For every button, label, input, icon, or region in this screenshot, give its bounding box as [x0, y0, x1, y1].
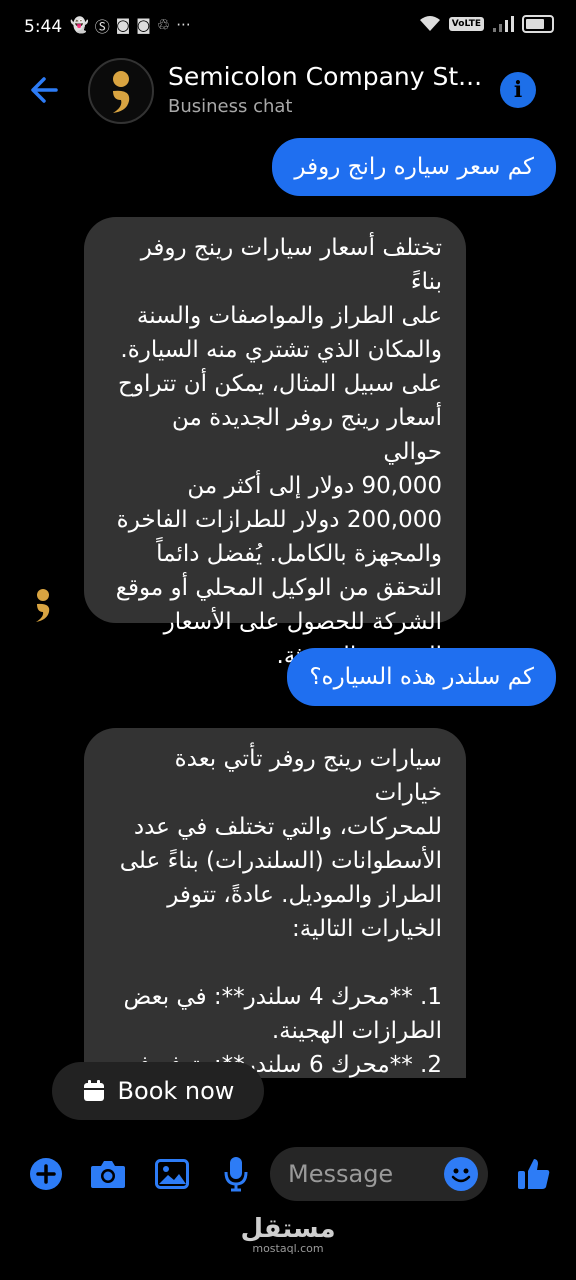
semicolon-logo-icon — [113, 71, 130, 113]
add-icon[interactable] — [26, 1154, 66, 1194]
status-right-icons: VoLTE — [419, 15, 554, 33]
camera-icon[interactable] — [88, 1154, 128, 1194]
battery-icon — [522, 15, 554, 33]
watermark-latin: mostaql.com — [252, 1242, 324, 1255]
message-placeholder: Message — [288, 1160, 394, 1188]
recycle-icon: ♲ — [156, 16, 171, 34]
bot-message[interactable]: تختلف أسعار سيارات رينج روفر بناءً على ا… — [84, 217, 466, 669]
thumbs-up-icon[interactable] — [514, 1154, 554, 1194]
notification-icons: 👻 Ⓢ ◙ ◙ ♲ ··· — [70, 16, 191, 37]
shazam-icon: Ⓢ — [94, 18, 110, 36]
calendar-icon — [83, 1080, 104, 1101]
status-time: 5:44 — [24, 17, 63, 37]
volte-badge: VoLTE — [448, 17, 484, 31]
chat-subtitle: Business chat — [168, 96, 293, 117]
business-avatar[interactable] — [88, 58, 154, 124]
watermark-arabic: مستقل — [240, 1214, 336, 1244]
emoji-icon[interactable] — [444, 1157, 478, 1191]
bot-avatar-icon — [36, 589, 50, 622]
gallery-icon[interactable] — [152, 1154, 192, 1194]
status-bar: 5:44 👻 Ⓢ ◙ ◙ ♲ ··· VoLTE — [0, 0, 576, 56]
instagram-icon: ◙ — [136, 16, 151, 34]
book-now-label: Book now — [117, 1077, 235, 1105]
microphone-icon[interactable] — [216, 1154, 256, 1194]
wifi-icon — [419, 16, 440, 31]
watermark: مستقل mostaql.com — [0, 1216, 576, 1255]
book-now-button[interactable]: Book now — [52, 1062, 264, 1120]
instagram-icon: ◙ — [115, 16, 131, 34]
bot-message[interactable]: سيارات رينج روفر تأتي بعدة خيارات للمحرك… — [84, 728, 466, 1078]
chat-title[interactable]: Semicolon Company St... — [168, 62, 488, 91]
info-icon[interactable]: i — [500, 72, 536, 108]
back-arrow-icon[interactable] — [26, 70, 66, 110]
more-icon: ··· — [176, 16, 191, 34]
signal-icon — [493, 16, 514, 32]
user-message[interactable]: كم سعر سياره رانج روفر — [272, 138, 556, 196]
user-message[interactable]: كم سلندر هذه السياره؟ — [287, 648, 556, 706]
snapchat-icon: 👻 — [70, 16, 89, 34]
